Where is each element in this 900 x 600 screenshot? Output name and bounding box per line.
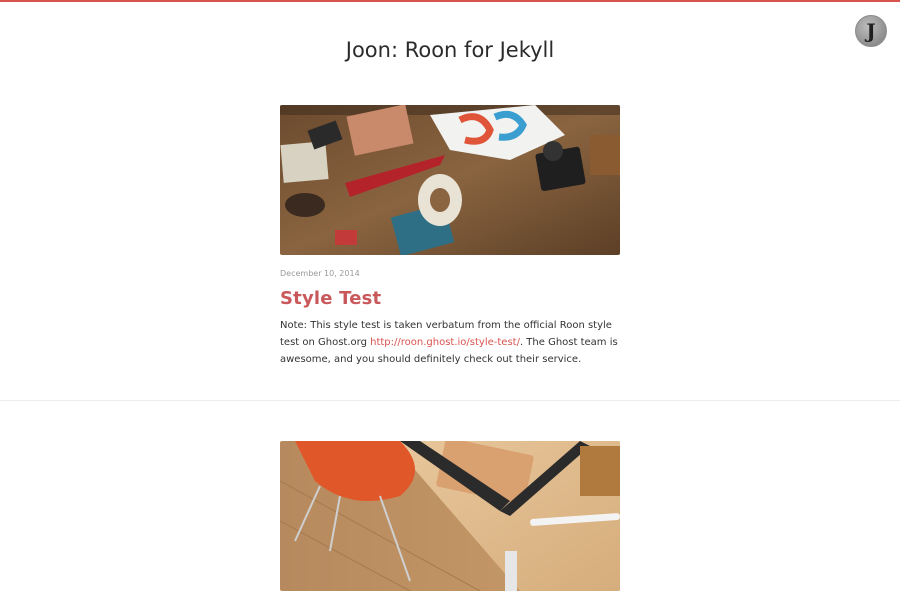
site-title[interactable]: Joon: Roon for Jekyll <box>0 38 900 62</box>
post-excerpt: Note: This style test is taken verbatum … <box>280 317 620 368</box>
accent-top-bar <box>0 0 900 2</box>
post-feature-image[interactable] <box>280 441 620 591</box>
post-feature-image[interactable] <box>280 105 620 255</box>
post-title[interactable]: Style Test <box>280 288 620 309</box>
post-date: December 10, 2014 <box>280 269 360 278</box>
post-divider <box>0 400 900 401</box>
excerpt-link[interactable]: http://roon.ghost.io/style-test/ <box>370 337 520 348</box>
post-card <box>280 441 620 591</box>
post-card: December 10, 2014 Style Test Note: This … <box>280 105 620 368</box>
